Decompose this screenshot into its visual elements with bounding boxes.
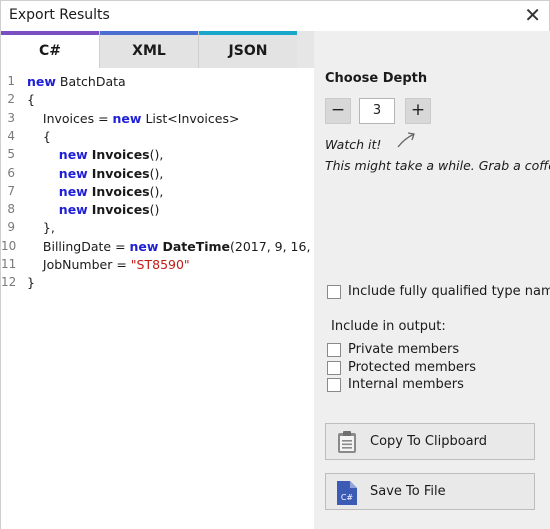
code-keyword: new [58, 147, 88, 163]
title-bar: Export Results ✕ [1, 1, 549, 31]
tab-xml[interactable]: XML [99, 31, 198, 68]
save-to-file-button[interactable]: C# Save To File [325, 473, 535, 510]
tab-csharp-label: C# [38, 43, 61, 59]
internal-members-checkbox[interactable] [327, 378, 341, 392]
code-type: Invoices [91, 147, 150, 163]
code-editor[interactable]: 1 2 3 4 5 6 7 8 9 10 11 12 new BatchData{ Invoices =… [1, 68, 339, 529]
code-line: }, [27, 220, 55, 235]
code-type: Invoices [91, 202, 150, 218]
code-text: List<Invoices> [141, 110, 240, 126]
code-keyword: new [129, 238, 159, 254]
include-in-output-heading: Include in output: [331, 319, 446, 334]
options-panel: Choose Depth − 3 + Watch it! This might … [314, 31, 550, 529]
coffee-note: This might take a while. Grab a coffee! [325, 158, 550, 173]
choose-depth-label: Choose Depth [325, 71, 428, 86]
code-line: JobNumber = "ST8590" [27, 257, 190, 272]
csharp-file-icon-text: C# [341, 493, 354, 502]
code-type: DateTime [162, 238, 231, 254]
clipboard-icon [338, 431, 356, 453]
export-results-window: Export Results ✕ C# XML JSON 1 2 3 4 5 6 7 8 9 10… [0, 0, 550, 529]
code-keyword: new [112, 110, 142, 126]
code-line: BillingDate = new DateTime(2017, 9, 16, … [27, 239, 339, 254]
code-line: { [27, 92, 35, 107]
code-text: } [27, 275, 35, 291]
save-to-file-label: Save To File [370, 484, 446, 499]
line-number: 11 [1, 257, 17, 271]
tab-json[interactable]: JSON [198, 31, 297, 68]
code-type: Invoices [91, 165, 150, 181]
line-number: 9 [7, 220, 15, 235]
tab-csharp-indicator [1, 31, 99, 35]
line-number: 10 [1, 238, 17, 253]
code-line: new Invoices(), [27, 147, 164, 163]
format-tabs: C# XML JSON [1, 31, 314, 68]
code-text: BatchData [55, 74, 126, 89]
copy-to-clipboard-label: Copy To Clipboard [370, 434, 488, 449]
private-members-checkbox[interactable] [327, 343, 341, 357]
arrow-icon [397, 132, 415, 148]
code-text: { [27, 92, 35, 108]
code-string: "ST8590" [130, 257, 190, 272]
line-number: 8 [7, 202, 15, 217]
line-number: 7 [7, 183, 15, 198]
protected-members-label: Protected members [348, 360, 477, 375]
tab-json-label: JSON [228, 43, 268, 59]
code-keyword: new [27, 74, 56, 89]
line-number: 2 [7, 92, 15, 107]
line-number: 6 [7, 165, 15, 180]
fully-qualified-checkbox[interactable] [327, 285, 341, 299]
copy-to-clipboard-button[interactable]: Copy To Clipboard [325, 423, 535, 460]
tab-json-indicator [199, 31, 297, 35]
increment-depth-button[interactable]: + [405, 98, 431, 124]
code-text: JobNumber = [27, 257, 131, 272]
code-line: new Invoices() [27, 202, 160, 218]
code-line: } [27, 275, 35, 290]
line-number: 1 [7, 74, 15, 88]
line-number: 12 [1, 275, 17, 290]
code-line: { [27, 129, 51, 144]
line-number: 4 [7, 128, 15, 143]
code-line: new Invoices(), [27, 165, 164, 181]
depth-value-input[interactable]: 3 [359, 98, 395, 124]
watch-it-note: Watch it! [325, 137, 382, 152]
code-text: (), [149, 183, 164, 199]
code-keyword: new [58, 165, 88, 181]
code-type: Invoices [91, 183, 150, 199]
tab-xml-indicator [100, 31, 198, 35]
code-keyword: new [58, 183, 88, 199]
code-line: new BatchData [27, 74, 126, 89]
protected-members-checkbox[interactable] [327, 361, 341, 375]
close-icon[interactable]: ✕ [524, 4, 541, 26]
window-title: Export Results [9, 7, 110, 23]
code-text: { [27, 128, 51, 144]
csharp-file-icon: C# [337, 481, 357, 505]
code-line: Invoices = new List<Invoices> [27, 110, 240, 126]
decrement-depth-button[interactable]: − [325, 98, 351, 124]
tab-xml-label: XML [132, 43, 166, 59]
tab-csharp[interactable]: C# [1, 31, 99, 68]
internal-members-label: Internal members [348, 377, 464, 392]
code-text: BillingDate = [27, 238, 130, 254]
code-text: () [149, 202, 160, 218]
code-text: (), [149, 165, 164, 181]
private-members-label: Private members [348, 342, 460, 357]
code-text: (), [149, 147, 164, 163]
code-keyword: new [58, 202, 88, 218]
fully-qualified-label: Include fully qualified type names [348, 284, 550, 299]
code-text: }, [27, 220, 55, 236]
line-number: 3 [7, 110, 15, 125]
code-line: new Invoices(), [27, 183, 164, 199]
code-text: Invoices = [27, 110, 113, 126]
line-number: 5 [7, 147, 15, 162]
